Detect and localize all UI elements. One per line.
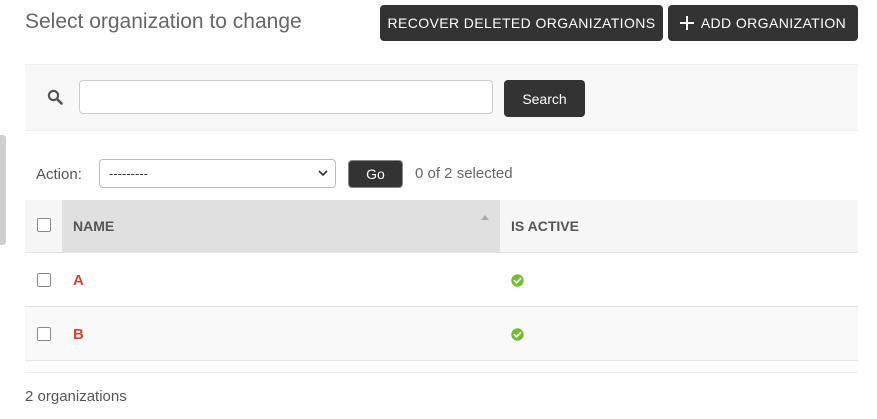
result-count: 2 organizations [25,388,127,405]
row-checkbox[interactable] [37,273,51,287]
recover-deleted-organizations-button[interactable]: RECOVER DELETED ORGANIZATIONS [380,5,663,41]
table-row: B [25,307,858,361]
organization-link[interactable]: B [73,326,84,343]
row-checkbox[interactable] [37,327,51,341]
check-circle-icon [511,328,524,341]
sort-ascending-icon[interactable] [481,215,489,220]
action-select-value: --------- [109,166,148,181]
column-header-is-active: IS ACTIVE [511,218,579,234]
sidebar-toggle-handle[interactable] [0,135,6,245]
action-select[interactable]: --------- [99,159,336,188]
chevron-down-icon [318,170,328,177]
add-button-label: ADD ORGANIZATION [700,15,847,31]
search-button-label: Search [522,90,567,107]
actions-bar: Action: --------- Go 0 of 2 selected [25,158,858,190]
select-all-checkbox[interactable] [37,218,51,232]
page-title: Select organization to change [25,10,302,33]
table-row: A [25,253,858,307]
column-header-name-label: NAME [73,218,115,234]
column-header-name[interactable]: NAME [62,200,500,252]
paginator: 2 organizations [25,372,858,405]
go-button[interactable]: Go [348,160,403,188]
table-header: NAME IS ACTIVE [25,200,858,253]
admin-page: Select organization to change RECOVER DE… [0,0,877,419]
recover-button-label: RECOVER DELETED ORGANIZATIONS [387,15,656,31]
search-icon [47,89,63,105]
checkbox-box [37,327,51,341]
search-button[interactable]: Search [504,80,585,117]
checkbox-box [37,218,51,232]
search-input[interactable] [79,80,493,114]
selected-count: 0 of 2 selected [415,165,513,182]
check-circle-icon [511,274,524,287]
action-label: Action: [36,166,82,183]
go-button-label: Go [366,166,385,182]
add-organization-button[interactable]: ADD ORGANIZATION [668,5,858,41]
search-toolbar: Search [25,64,858,131]
plus-icon [679,16,694,30]
organization-link[interactable]: A [73,272,84,289]
checkbox-box [37,273,51,287]
results-table: NAME IS ACTIVE A B [25,200,858,361]
